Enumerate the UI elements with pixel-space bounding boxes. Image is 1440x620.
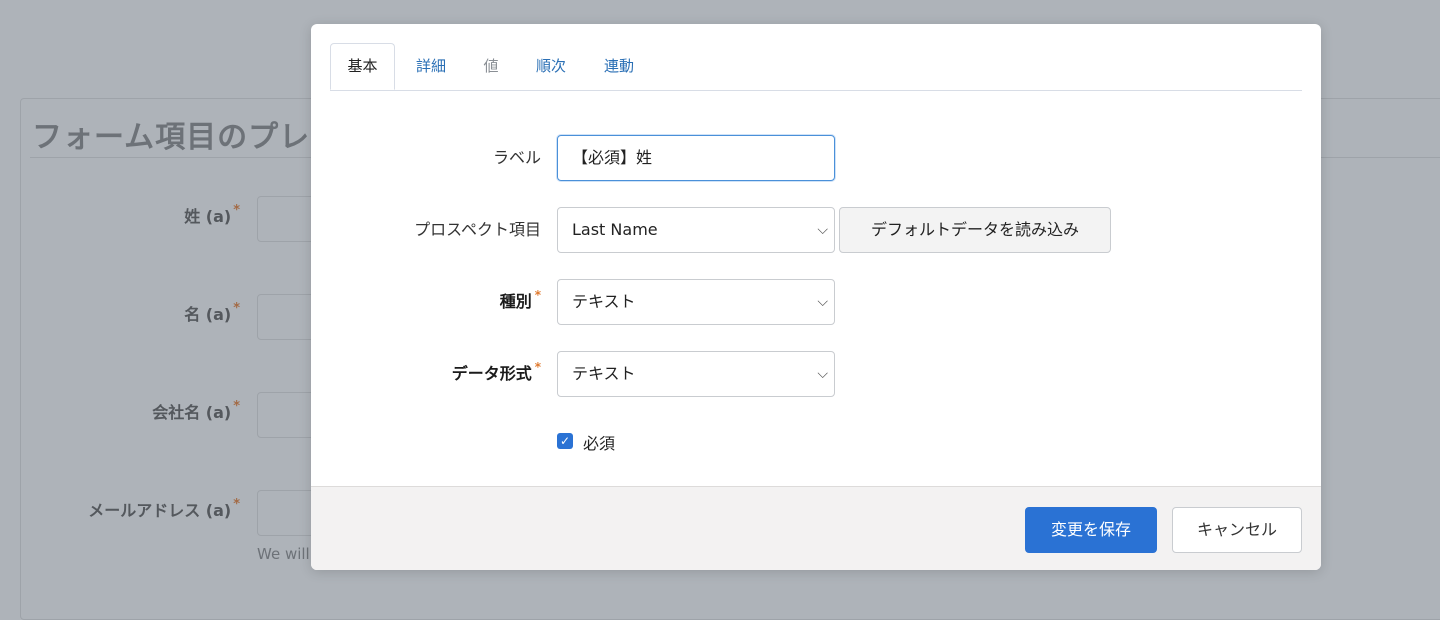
format-field-label: データ形式 * (451, 360, 541, 383)
background-field-label: 姓 (a) * (184, 203, 240, 226)
type-select-value: テキスト (572, 292, 636, 311)
cancel-button[interactable]: キャンセル (1172, 507, 1302, 553)
field-edit-modal: 基本 詳細 値 順次 連動 ラベル 【必須】姓 プロスペクト項目 Last Na… (311, 24, 1321, 570)
label-input[interactable]: 【必須】姓 (557, 135, 835, 181)
background-page-title: フォーム項目のプレ (32, 120, 311, 155)
background-field-label: メールアドレス (a) * (88, 497, 240, 520)
type-field-label: 種別 * (499, 288, 541, 311)
chevron-down-icon: ⌵ (817, 222, 828, 238)
background-help-text: We will (257, 545, 310, 563)
tab-basic[interactable]: 基本 (330, 43, 395, 90)
background-field-label: 会社名 (a) * (152, 399, 240, 422)
required-checkbox-label: 必須 (583, 434, 616, 453)
tab-values[interactable]: 値 (480, 43, 502, 90)
required-marker: * (534, 360, 541, 374)
tab-sequence[interactable]: 順次 (532, 43, 570, 90)
tab-detail[interactable]: 詳細 (412, 43, 450, 90)
prospect-field-value: Last Name (572, 220, 658, 239)
tab-dependency[interactable]: 連動 (600, 43, 638, 90)
required-checkbox[interactable]: ✓ (557, 433, 573, 449)
format-select[interactable]: テキスト ⌵ (557, 351, 835, 397)
type-select[interactable]: テキスト ⌵ (557, 279, 835, 325)
modal-tabs: 基本 詳細 値 順次 連動 (330, 43, 1302, 91)
background-field-label: 名 (a) * (184, 301, 240, 324)
load-default-data-button[interactable]: デフォルトデータを読み込み (839, 207, 1111, 253)
save-button[interactable]: 変更を保存 (1025, 507, 1157, 553)
prospect-field-label: プロスペクト項目 (414, 220, 541, 239)
chevron-down-icon: ⌵ (817, 366, 828, 382)
format-select-value: テキスト (572, 364, 636, 383)
modal-footer: 変更を保存 キャンセル (311, 486, 1321, 570)
prospect-field-select[interactable]: Last Name ⌵ (557, 207, 835, 253)
label-field-label: ラベル (492, 148, 541, 167)
required-marker: * (534, 288, 541, 302)
chevron-down-icon: ⌵ (817, 294, 828, 310)
